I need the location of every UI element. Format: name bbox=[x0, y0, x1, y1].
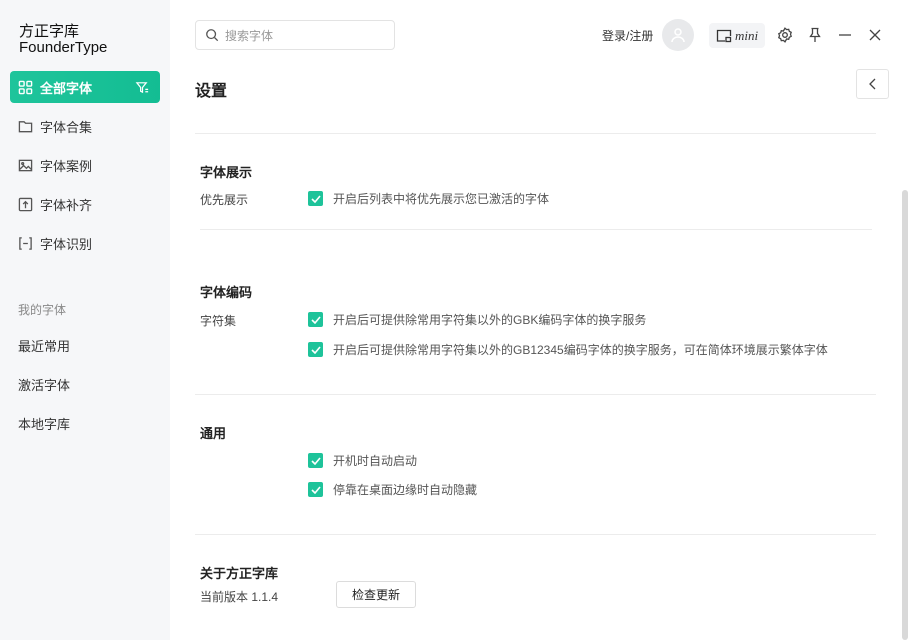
mini-window-icon bbox=[716, 29, 732, 42]
logo: 方正字库 FounderType bbox=[19, 24, 107, 56]
option-text: 开启后可提供除常用字符集以外的GB12345编码字体的换字服务，可在简体环境展示… bbox=[333, 343, 828, 357]
sidebar-item-cases[interactable]: 字体案例 bbox=[10, 149, 160, 181]
check-icon bbox=[308, 312, 323, 327]
image-icon bbox=[18, 159, 33, 171]
search-input[interactable]: 搜索字体 bbox=[195, 20, 395, 50]
sidebar-item-label: 字体合集 bbox=[40, 119, 93, 135]
option-text: 开启后列表中将优先展示您已激活的字体 bbox=[333, 192, 550, 206]
sidebar: 方正字库 FounderType 全部字体 字体合集 字体案例 字体补齐 字体识别… bbox=[0, 0, 170, 640]
section-title-display: 字体展示 bbox=[200, 165, 253, 180]
upload-box-icon bbox=[18, 197, 33, 211]
option-text: 停靠在桌面边缘时自动隐藏 bbox=[333, 483, 478, 497]
divider bbox=[200, 229, 872, 230]
scrollbar[interactable] bbox=[902, 190, 908, 640]
sidebar-item-recent[interactable]: 最近常用 bbox=[18, 336, 70, 355]
login-link[interactable]: 登录/注册 bbox=[602, 27, 653, 44]
pin-icon[interactable] bbox=[807, 27, 823, 43]
option-text: 开机时自动启动 bbox=[333, 454, 418, 468]
search-placeholder: 搜索字体 bbox=[225, 28, 274, 43]
divider bbox=[195, 133, 876, 134]
check-icon bbox=[308, 482, 323, 497]
sidebar-item-local[interactable]: 本地字库 bbox=[18, 414, 70, 433]
divider bbox=[195, 534, 876, 535]
chevron-left-icon bbox=[868, 78, 875, 90]
version-text: 当前版本 1.1.4 bbox=[200, 590, 279, 604]
checkbox-gb12345[interactable]: 开启后可提供除常用字符集以外的GB12345编码字体的换字服务，可在简体环境展示… bbox=[308, 341, 828, 358]
avatar[interactable] bbox=[662, 19, 694, 51]
section-title-general: 通用 bbox=[200, 426, 227, 441]
close-icon[interactable] bbox=[867, 27, 883, 43]
checkbox-autostart[interactable]: 开机时自动启动 bbox=[308, 452, 417, 469]
label-priority-display: 优先展示 bbox=[200, 193, 249, 207]
checkbox-priority-display[interactable]: 开启后列表中将优先展示您已激活的字体 bbox=[308, 190, 549, 207]
sidebar-item-label: 字体案例 bbox=[40, 158, 93, 174]
label-charset: 字符集 bbox=[200, 314, 237, 328]
check-icon bbox=[308, 191, 323, 206]
sidebar-item-complete[interactable]: 字体补齐 bbox=[10, 188, 160, 220]
user-icon bbox=[671, 28, 685, 43]
scan-icon bbox=[19, 236, 32, 250]
checkbox-autohide[interactable]: 停靠在桌面边缘时自动隐藏 bbox=[308, 481, 477, 498]
gear-icon[interactable] bbox=[777, 27, 793, 43]
grid-icon bbox=[18, 80, 33, 94]
sidebar-item-all-fonts[interactable]: 全部字体 bbox=[10, 71, 160, 103]
mini-mode-button[interactable]: mini bbox=[709, 23, 765, 48]
sidebar-item-label: 字体补齐 bbox=[40, 197, 93, 213]
sidebar-item-label: 全部字体 bbox=[40, 80, 93, 96]
option-text: 开启后可提供除常用字符集以外的GBK编码字体的换字服务 bbox=[333, 313, 647, 327]
check-icon bbox=[308, 342, 323, 357]
filter-icon[interactable] bbox=[135, 80, 150, 95]
check-update-button[interactable]: 检查更新 bbox=[336, 581, 416, 608]
minimize-icon[interactable] bbox=[837, 27, 853, 43]
check-icon bbox=[308, 453, 323, 468]
section-title-encoding: 字体编码 bbox=[200, 285, 253, 300]
sidebar-item-collections[interactable]: 字体合集 bbox=[10, 110, 160, 142]
my-fonts-heading: 我的字体 bbox=[18, 303, 67, 317]
logo-en: FounderType bbox=[19, 39, 108, 56]
folder-icon bbox=[18, 120, 33, 132]
sidebar-item-activated[interactable]: 激活字体 bbox=[18, 375, 70, 394]
section-title-about: 关于方正字库 bbox=[200, 566, 279, 581]
page-title: 设置 bbox=[195, 83, 228, 100]
checkbox-gbk[interactable]: 开启后可提供除常用字符集以外的GBK编码字体的换字服务 bbox=[308, 311, 646, 328]
logo-cn: 方正字库 bbox=[19, 23, 80, 40]
sidebar-item-recognize[interactable]: 字体识别 bbox=[10, 227, 160, 259]
divider bbox=[195, 394, 876, 395]
back-button[interactable] bbox=[856, 69, 889, 99]
mini-label: mini bbox=[734, 27, 759, 43]
sidebar-item-label: 字体识别 bbox=[40, 236, 93, 252]
search-icon bbox=[206, 29, 219, 42]
